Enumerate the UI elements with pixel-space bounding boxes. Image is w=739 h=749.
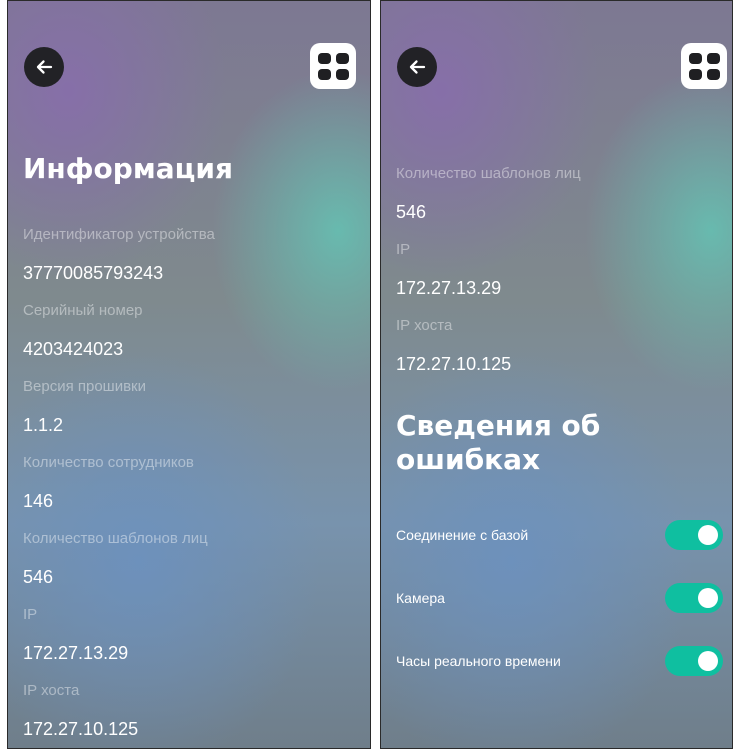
grid-icon: [317, 52, 349, 80]
field-label: Серийный номер: [23, 302, 143, 319]
field-value: 546: [23, 567, 54, 587]
field-face-template-count: Количество шаблонов лиц 546: [396, 165, 718, 223]
field-face-template-count: Количество шаблонов лиц 546: [23, 530, 356, 588]
error-item-db-connection: Соединение с базой: [396, 520, 723, 550]
field-value: 4203424023: [23, 339, 124, 359]
field-host-ip: IP хоста 172.27.10.125: [23, 682, 356, 740]
page-title: Информация: [23, 152, 233, 185]
rtc-toggle[interactable]: [665, 646, 723, 676]
camera-toggle[interactable]: [665, 583, 723, 613]
field-value: 37770085793243: [23, 263, 164, 283]
arrow-left-icon: [36, 60, 53, 74]
toggle-knob: [698, 525, 718, 545]
back-button[interactable]: [24, 47, 64, 87]
toggle-label: Соединение с базой: [396, 527, 529, 543]
toggle-knob: [698, 588, 718, 608]
field-value: 172.27.10.125: [23, 719, 139, 739]
menu-button[interactable]: [681, 43, 727, 89]
field-ip: IP 172.27.13.29: [396, 241, 718, 299]
field-serial-number: Серийный номер 4203424023: [23, 302, 356, 360]
info-screen: Информация Идентификатор устройства 3777…: [7, 0, 371, 749]
toggle-label: Камера: [396, 590, 445, 606]
field-value: 172.27.13.29: [23, 643, 129, 663]
grid-icon: [688, 52, 720, 80]
error-item-camera: Камера: [396, 583, 723, 613]
field-label: Количество шаблонов лиц: [23, 530, 208, 547]
field-firmware-version: Версия прошивки 1.1.2: [23, 378, 356, 436]
field-label: Количество сотрудников: [23, 454, 194, 471]
field-ip: IP 172.27.13.29: [23, 606, 356, 664]
error-item-rtc: Часы реального времени: [396, 646, 723, 676]
field-label: IP: [23, 606, 38, 623]
info-list-continued: Количество шаблонов лиц 546 IP 172.27.13…: [396, 165, 718, 477]
field-label: Версия прошивки: [23, 378, 146, 395]
field-employee-count: Количество сотрудников 146: [23, 454, 356, 512]
field-device-id: Идентификатор устройства 37770085793243: [23, 226, 356, 284]
field-value: 146: [23, 491, 54, 511]
field-value: 172.27.10.125: [396, 354, 512, 374]
field-value: 546: [396, 202, 427, 222]
errors-title: Сведения об ошибках: [396, 409, 718, 477]
arrow-left-icon: [409, 60, 426, 74]
field-label: Количество шаблонов лиц: [396, 165, 581, 182]
back-button[interactable]: [397, 47, 437, 87]
errors-title-line2: ошибках: [396, 443, 541, 476]
errors-title-line1: Сведения об: [396, 409, 601, 442]
field-value: 1.1.2: [23, 415, 64, 435]
field-label: IP хоста: [396, 317, 453, 334]
field-value: 172.27.13.29: [396, 278, 502, 298]
field-label: IP: [396, 241, 411, 258]
info-list: Информация Идентификатор устройства 3777…: [23, 152, 356, 740]
field-host-ip: IP хоста 172.27.10.125: [396, 317, 718, 375]
field-label: Идентификатор устройства: [23, 226, 215, 243]
info-screen-scrolled: Количество шаблонов лиц 546 IP 172.27.13…: [380, 0, 733, 749]
db-connection-toggle[interactable]: [665, 520, 723, 550]
menu-button[interactable]: [310, 43, 356, 89]
field-label: IP хоста: [23, 682, 80, 699]
toggle-label: Часы реального времени: [396, 653, 561, 669]
toggle-knob: [698, 651, 718, 671]
